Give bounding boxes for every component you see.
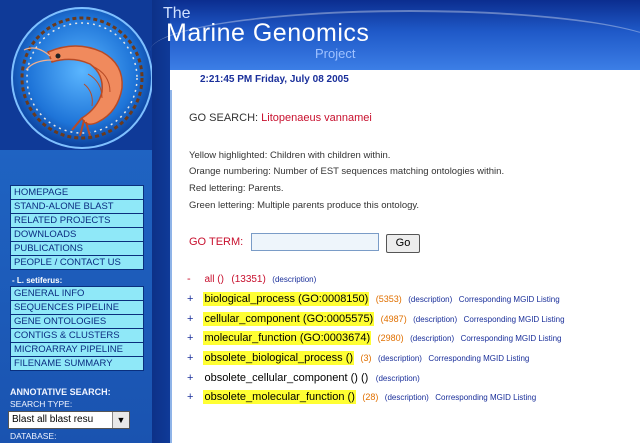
mgid-listing-link[interactable]: Corresponding MGID Listing xyxy=(459,295,560,304)
expand-toggle[interactable]: + xyxy=(187,332,199,344)
tree-count: (5353) xyxy=(375,294,402,304)
legend-orange: Orange numbering: Number of EST sequence… xyxy=(189,166,505,177)
species-label: - L. setiferus: xyxy=(12,276,63,285)
tree-row: - all () (13351) (description) xyxy=(187,269,316,286)
nav-publications[interactable]: PUBLICATIONS xyxy=(11,241,143,255)
tree-row: + obsolete_cellular_component () () (des… xyxy=(187,368,420,385)
site-title-project: Project xyxy=(315,46,356,61)
species-nav: GENERAL INFO SEQUENCES PIPELINE GENE ONT… xyxy=(10,286,144,371)
database-label: DATABASE: xyxy=(10,431,57,441)
go-term-label: GO TERM: xyxy=(189,236,244,248)
description-link[interactable]: (description) xyxy=(413,315,457,324)
tree-count: (2980) xyxy=(377,333,404,343)
sidebar-divider xyxy=(152,0,170,443)
description-link[interactable]: (description) xyxy=(378,354,422,363)
page-title: GO SEARCH: Litopenaeus vannamei xyxy=(189,112,372,124)
annotative-search-label: ANNOTATIVE SEARCH: xyxy=(10,387,111,397)
legend-green: Green lettering: Multiple parents produc… xyxy=(189,200,420,211)
tree-row: + cellular_component (GO:0005575) (4987)… xyxy=(187,309,565,326)
description-link[interactable]: (description) xyxy=(272,275,316,284)
tree-count: (13351) xyxy=(231,274,266,285)
expand-toggle[interactable]: + xyxy=(187,352,199,364)
mgid-listing-link[interactable]: Corresponding MGID Listing xyxy=(461,334,562,343)
search-type-value: Blast all blast resu xyxy=(12,414,94,425)
tree-count: (3) xyxy=(360,353,372,363)
nav-homepage[interactable]: HOMEPAGE xyxy=(11,186,143,199)
mgid-listing-link[interactable]: Corresponding MGID Listing xyxy=(435,393,536,402)
date-bar: 2:21:45 PM Friday, July 08 2005 xyxy=(170,70,640,90)
tree-term[interactable]: biological_process (GO:0008150) xyxy=(203,292,370,306)
tree-term[interactable]: obsolete_cellular_component () () xyxy=(203,371,369,385)
mgid-listing-link[interactable]: Corresponding MGID Listing xyxy=(428,354,529,363)
nav-general-info[interactable]: GENERAL INFO xyxy=(11,287,143,300)
tree-row: + biological_process (GO:0008150) (5353)… xyxy=(187,289,560,306)
nav-sequences-pipeline[interactable]: SEQUENCES PIPELINE xyxy=(11,300,143,314)
shrimp-logo[interactable] xyxy=(6,4,158,156)
chevron-down-icon[interactable]: ▼ xyxy=(112,412,129,428)
collapse-toggle[interactable]: - xyxy=(187,273,199,285)
nav-people-contact[interactable]: PEOPLE / CONTACT US xyxy=(11,255,143,269)
nav-stand-alone-blast[interactable]: STAND-ALONE BLAST xyxy=(11,199,143,213)
expand-toggle[interactable]: + xyxy=(187,313,199,325)
tree-term[interactable]: all () xyxy=(203,273,224,286)
tree-term[interactable]: molecular_function (GO:0003674) xyxy=(203,331,372,345)
description-link[interactable]: (description) xyxy=(410,334,454,343)
tree-row: + obsolete_molecular_function () (28) (d… xyxy=(187,387,536,404)
tree-count: (4987) xyxy=(380,314,407,324)
nav-filename-summary[interactable]: FILENAME SUMMARY xyxy=(11,356,143,370)
main-nav: HOMEPAGE STAND-ALONE BLAST RELATED PROJE… xyxy=(10,185,144,270)
nav-contigs-clusters[interactable]: CONTIGS & CLUSTERS xyxy=(11,328,143,342)
tree-term[interactable]: cellular_component (GO:0005575) xyxy=(203,312,375,326)
site-title: Marine Genomics xyxy=(166,19,370,47)
datetime-label: 2:21:45 PM Friday, July 08 2005 xyxy=(200,74,349,85)
nav-related-projects[interactable]: RELATED PROJECTS xyxy=(11,213,143,227)
legend-red: Red lettering: Parents. xyxy=(189,183,284,194)
description-link[interactable]: (description) xyxy=(408,295,452,304)
species-name: Litopenaeus vannamei xyxy=(261,112,372,124)
expand-toggle[interactable]: + xyxy=(187,293,199,305)
go-button[interactable]: Go xyxy=(386,234,420,253)
nav-downloads[interactable]: DOWNLOADS xyxy=(11,227,143,241)
nav-microarray-pipeline[interactable]: MICROARRAY PIPELINE xyxy=(11,342,143,356)
description-link[interactable]: (description) xyxy=(376,374,420,383)
search-type-label: SEARCH TYPE: xyxy=(10,399,73,409)
tree-term[interactable]: obsolete_molecular_function () xyxy=(203,390,356,404)
expand-toggle[interactable]: + xyxy=(187,372,199,384)
tree-row: + molecular_function (GO:0003674) (2980)… xyxy=(187,328,562,345)
mgid-listing-link[interactable]: Corresponding MGID Listing xyxy=(464,315,565,324)
go-term-input[interactable] xyxy=(251,233,379,251)
page-title-prefix: GO SEARCH: xyxy=(189,112,259,124)
tree-term[interactable]: obsolete_biological_process () xyxy=(203,351,355,365)
tree-count: (28) xyxy=(362,392,379,402)
description-link[interactable]: (description) xyxy=(385,393,429,402)
expand-toggle[interactable]: + xyxy=(187,391,199,403)
legend-yellow: Yellow highlighted: Children with childr… xyxy=(189,150,391,161)
nav-gene-ontologies[interactable]: GENE ONTOLOGIES xyxy=(11,314,143,328)
tree-row: + obsolete_biological_process () (3) (de… xyxy=(187,348,529,365)
search-type-select[interactable]: Blast all blast resu ▼ xyxy=(8,411,130,429)
